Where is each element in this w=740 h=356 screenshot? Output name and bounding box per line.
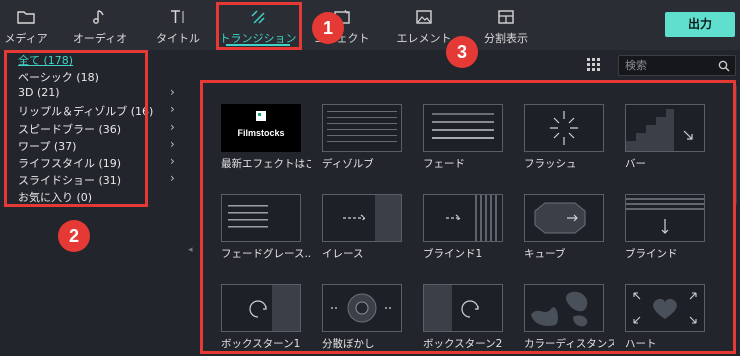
music-note-icon xyxy=(93,10,104,24)
annotation-box-transition-grid xyxy=(200,80,736,354)
annotation-box-category-list xyxy=(4,50,148,207)
chevron-right-icon[interactable]: › xyxy=(170,85,175,99)
tab-label: タイトル xyxy=(156,32,200,45)
annotation-badge-2: 2 xyxy=(58,220,90,252)
split-screen-icon xyxy=(498,10,514,24)
collapse-sidebar-icon[interactable]: ◂ xyxy=(188,245,193,255)
tab-media[interactable]: メディア xyxy=(0,0,66,50)
search-input[interactable] xyxy=(625,58,715,73)
tab-label: 分割表示 xyxy=(484,32,528,45)
export-button[interactable]: 出力 xyxy=(665,12,735,37)
search-icon[interactable] xyxy=(718,60,730,72)
folder-icon xyxy=(17,11,35,24)
chevron-right-icon[interactable]: › xyxy=(170,137,175,151)
tab-audio[interactable]: オーディオ xyxy=(60,0,140,50)
title-text-icon xyxy=(171,10,184,23)
tab-split-screen[interactable]: 分割表示 xyxy=(466,0,546,50)
chevron-right-icon[interactable]: › xyxy=(170,171,175,185)
annotation-badge-3: 3 xyxy=(446,36,478,68)
tab-label: メディア xyxy=(4,32,48,45)
chevron-right-icon[interactable]: › xyxy=(170,102,175,116)
top-toolbar: メディア オーディオ タイトル トランジション エフェクト エレメント 分割表示… xyxy=(0,0,740,50)
grid-view-icon[interactable] xyxy=(587,58,601,72)
image-element-icon xyxy=(416,10,432,24)
chevron-right-icon[interactable]: › xyxy=(170,154,175,168)
tab-titles[interactable]: タイトル xyxy=(138,0,218,50)
chevron-right-icon[interactable]: › xyxy=(170,120,175,134)
tab-label: オーディオ xyxy=(72,32,128,45)
search-box xyxy=(618,55,736,76)
annotation-badge-1: 1 xyxy=(312,12,344,44)
annotation-box-transitions-tab xyxy=(216,2,302,50)
